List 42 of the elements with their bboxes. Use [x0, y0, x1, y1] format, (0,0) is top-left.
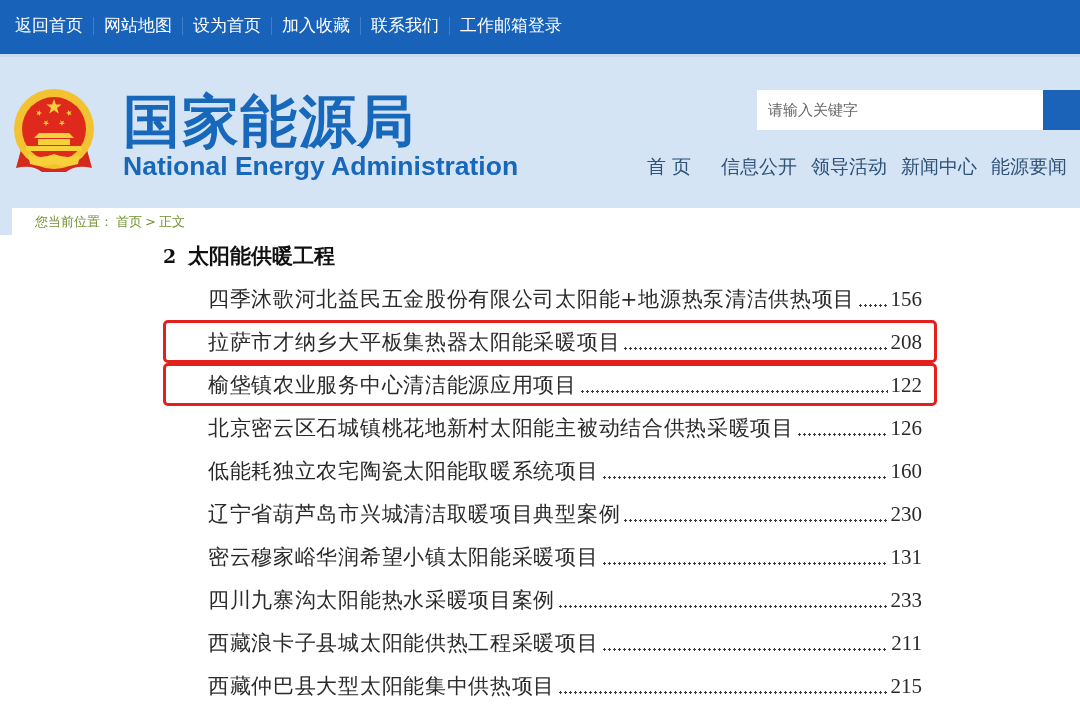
- entry-title: 拉萨市才纳乡大平板集热器太阳能采暖项目: [208, 328, 621, 355]
- page-number: 160: [890, 457, 922, 484]
- entry-title: 低能耗独立农宅陶瓷太阳能取暖系统项目: [208, 457, 599, 484]
- search-field[interactable]: 请输入关键字: [757, 90, 1043, 130]
- nav-link[interactable]: 能源要闻: [990, 156, 1067, 178]
- top-link[interactable]: 联系我们: [371, 16, 439, 36]
- nav-link[interactable]: 领导活动: [810, 156, 887, 178]
- page-number: 208: [890, 328, 922, 355]
- entry-title: 榆垡镇农业服务中心清洁能源应用项目: [208, 371, 577, 398]
- entry-title: 四季沐歌河北益民五金股份有限公司太阳能+地源热泵清洁供热项目: [208, 285, 856, 312]
- section-number: 2: [163, 245, 177, 267]
- page-number: 156: [890, 285, 922, 312]
- entry-title: 辽宁省葫芦岛市兴城清洁取暖项目典型案例: [208, 500, 621, 527]
- nav-link[interactable]: 信息公开: [720, 156, 797, 178]
- entry-title: 北京密云区石城镇桃花地新村太阳能主被动结合供热采暖项目: [208, 414, 794, 441]
- page-number: 126: [890, 414, 922, 441]
- nav-link[interactable]: 首 页: [647, 156, 691, 178]
- entry-title: 四川九寨沟太阳能热水采暖项目案例: [208, 586, 556, 613]
- entry-title: 西藏仲巴县大型太阳能集中供热项目: [208, 672, 556, 699]
- top-link[interactable]: 设为首页: [193, 16, 261, 36]
- breadcrumb-label: 您当前位置：: [35, 212, 113, 231]
- breadcrumb-separator: >: [145, 214, 156, 229]
- entry-title: 密云穆家峪华润希望小镇太阳能采暖项目: [208, 543, 599, 570]
- search-button[interactable]: [1043, 90, 1080, 130]
- page-number: 211: [891, 629, 922, 656]
- entry-title: 西藏浪卡子县城太阳能供热工程采暖项目: [208, 629, 599, 656]
- site-subtitle: National Energy Administration: [123, 151, 519, 181]
- top-link[interactable]: 返回首页: [15, 16, 83, 36]
- site-title: 国家能源局: [123, 91, 417, 151]
- page-number: 230: [890, 500, 922, 527]
- section-title: 太阳能供暖工程: [188, 243, 336, 270]
- nav-link[interactable]: 新闻中心: [900, 156, 977, 178]
- page-number: 215: [890, 672, 922, 699]
- page-number: 131: [890, 543, 922, 570]
- top-link[interactable]: 加入收藏: [282, 16, 350, 36]
- breadcrumb-current: 正文: [158, 212, 185, 231]
- dot-leader: [859, 304, 888, 307]
- breadcrumb-link[interactable]: 首页: [116, 212, 142, 231]
- page-number: 233: [890, 586, 922, 613]
- top-link[interactable]: 网站地图: [104, 16, 172, 36]
- page-number: 122: [890, 371, 922, 398]
- top-link[interactable]: 工作邮箱登录: [460, 16, 562, 36]
